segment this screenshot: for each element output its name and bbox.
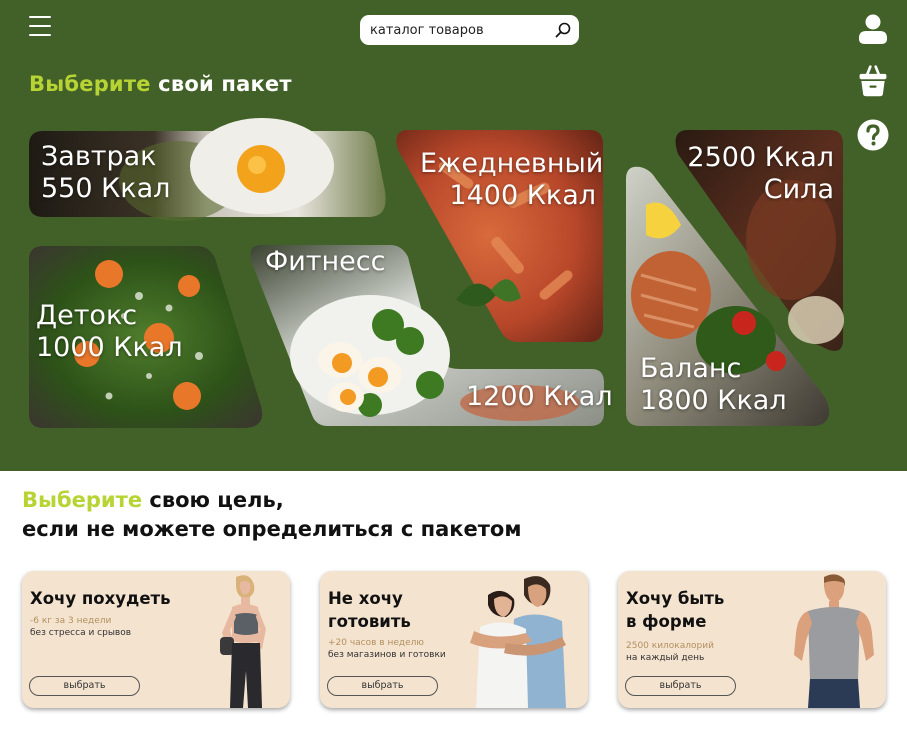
goal-card-lose-weight[interactable]: Хочу похудеть -6 кг за 3 недели без стре… [22, 571, 290, 708]
woman-athlete-image [220, 575, 266, 708]
packages-title: Выберите свой пакет [29, 72, 292, 96]
package-card-kcal: 550 Ккал [41, 173, 171, 204]
package-card-fitness[interactable]: Фитнесс 1200 Ккал [250, 245, 613, 426]
goal-card-title: Хочу быть в форме [626, 589, 725, 631]
packages-title-rest: свой пакет [150, 72, 292, 96]
package-card-detox[interactable]: Детокс 1000 Ккал [29, 246, 265, 428]
couple-image [470, 576, 566, 708]
menu-line [29, 25, 51, 27]
basket-icon[interactable] [857, 64, 889, 98]
goal-card-benefit: +20 часов в неделю [328, 638, 424, 648]
package-card-kcal: 1800 Ккал [640, 385, 787, 416]
goals-title-rest: свою цель, [142, 488, 284, 512]
package-card-title: Баланс [640, 353, 742, 384]
user-icon[interactable] [857, 13, 889, 47]
packages-section: Выберите свой пакет Завтрак 550 Ккал [0, 0, 907, 471]
package-card-title: Фитнесс [265, 246, 386, 277]
goal-card-subtitle: без стресса и срывов [30, 628, 132, 638]
search-bar [360, 15, 579, 45]
select-button[interactable]: выбрать [625, 676, 736, 696]
package-card-title: Детокс [36, 300, 138, 331]
menu-line [29, 16, 51, 18]
goal-card-subtitle: на каждый день [626, 653, 705, 663]
select-button[interactable]: выбрать [29, 676, 140, 696]
package-card-title: Завтрак [41, 141, 157, 172]
package-card-breakfast[interactable]: Завтрак 550 Ккал [29, 118, 387, 221]
goal-card-title: Не хочу готовить [328, 589, 411, 631]
goals-title: Выберите свою цель, если не можете опред… [22, 486, 522, 544]
package-card-kcal: 1000 Ккал [36, 332, 183, 363]
goal-card-benefit: 2500 килокалорий [626, 641, 714, 651]
packages-title-accent: Выберите [29, 72, 151, 96]
package-card-kcal: 1200 Ккал [466, 381, 613, 412]
package-card-balance[interactable]: Баланс 1800 Ккал [626, 165, 830, 426]
package-card-title: Ежедневный [420, 148, 604, 179]
goals-title-accent: Выберите [22, 488, 143, 512]
select-button[interactable]: выбрать [327, 676, 438, 696]
goal-card-benefit: -6 кг за 3 недели [30, 616, 112, 626]
package-card-kcal: 1400 Ккал [449, 180, 596, 211]
search-input[interactable] [370, 19, 550, 41]
help-icon[interactable] [857, 118, 889, 152]
goal-card-get-fit[interactable]: Хочу быть в форме 2500 килокалорий на ка… [618, 571, 886, 708]
search-icon[interactable] [554, 21, 572, 39]
menu-line [29, 34, 51, 36]
menu-icon[interactable] [29, 15, 51, 37]
goal-card-no-cooking[interactable]: Не хочу готовить +20 часов в неделю без … [320, 571, 588, 708]
goals-title-line2: если не можете определиться с пакетом [22, 517, 522, 541]
goal-card-title: Хочу похудеть [30, 589, 171, 608]
man-athlete-image [794, 574, 874, 708]
goal-card-subtitle: без магазинов и готовки [328, 650, 446, 660]
goals-title-line1: Выберите свою цель, [22, 488, 284, 512]
